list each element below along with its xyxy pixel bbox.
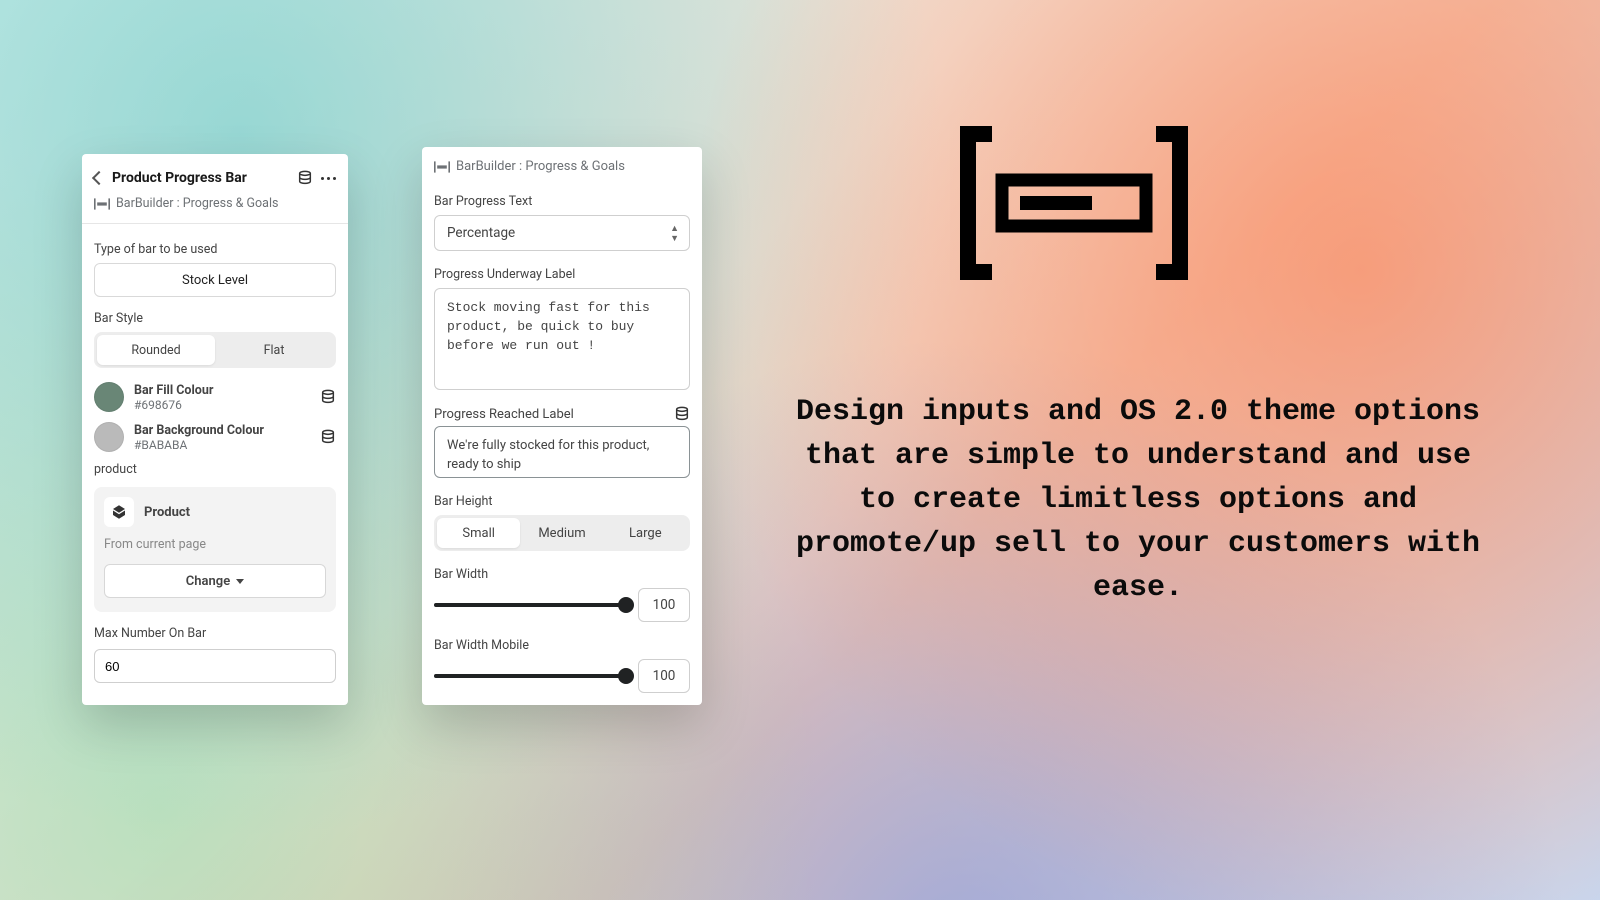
bar-fill-colour-row[interactable]: Bar Fill Colour #698676	[94, 382, 336, 412]
brand-logo	[960, 126, 1188, 284]
bar-style-option-flat[interactable]: Flat	[215, 335, 333, 365]
bar-bg-title: Bar Background Colour	[134, 423, 264, 438]
bar-style-label: Bar Style	[94, 311, 336, 326]
panel-a-header: Product Progress Bar	[82, 154, 348, 192]
progress-reached-label: Progress Reached Label	[434, 407, 574, 422]
more-icon[interactable]	[321, 177, 336, 180]
panel-b-subtitle-row: BarBuilder : Progress & Goals	[422, 147, 702, 182]
type-of-bar-label: Type of bar to be used	[94, 242, 336, 257]
database-icon[interactable]	[297, 170, 313, 186]
bar-height-small[interactable]: Small	[437, 518, 520, 548]
database-icon[interactable]	[320, 429, 336, 445]
bar-width-mobile-label: Bar Width Mobile	[434, 638, 690, 653]
panel-b-subtitle: BarBuilder : Progress & Goals	[456, 159, 625, 174]
change-button[interactable]: Change	[104, 564, 326, 598]
panel-a-title: Product Progress Bar	[112, 170, 289, 186]
product-title: Product	[144, 505, 190, 520]
bar-width-label: Bar Width	[434, 567, 690, 582]
product-row[interactable]: Product	[104, 497, 326, 527]
product-icon	[104, 497, 134, 527]
bar-progress-text-label: Bar Progress Text	[434, 194, 690, 209]
bar-glyph-icon	[434, 161, 450, 173]
max-number-label: Max Number On Bar	[94, 626, 336, 641]
max-number-input[interactable]	[94, 649, 336, 683]
slider-thumb[interactable]	[618, 597, 634, 613]
bar-style-option-rounded[interactable]: Rounded	[97, 335, 215, 365]
database-icon[interactable]	[674, 406, 690, 422]
panel-a-subtitle-row: BarBuilder : Progress & Goals	[82, 192, 348, 224]
bar-fill-swatch[interactable]	[94, 382, 124, 412]
settings-panel-b: BarBuilder : Progress & Goals Bar Progre…	[422, 147, 702, 705]
product-label: product	[94, 462, 336, 477]
progress-reached-textarea[interactable]: We're fully stocked for this product, re…	[434, 426, 690, 478]
bar-height-large[interactable]: Large	[604, 518, 687, 548]
chevron-left-icon[interactable]	[92, 171, 106, 185]
product-block: Product From current page Change	[94, 487, 336, 612]
bar-fill-title: Bar Fill Colour	[134, 383, 213, 398]
type-of-bar-value-button[interactable]: Stock Level	[94, 263, 336, 297]
database-icon[interactable]	[320, 389, 336, 405]
bar-progress-text-select[interactable]: Percentage ▲▼	[434, 215, 690, 251]
bar-fill-hex: #698676	[134, 398, 213, 412]
marketing-copy: Design inputs and OS 2.0 theme options t…	[786, 390, 1490, 610]
bar-style-segmented: Rounded Flat	[94, 332, 336, 368]
chevron-down-icon	[236, 579, 244, 584]
bar-width-slider[interactable]	[434, 595, 626, 615]
settings-panel-a: Product Progress Bar BarBuilder : Progre…	[82, 154, 348, 705]
bar-bg-hex: #BABABA	[134, 438, 264, 452]
bar-width-mobile-value[interactable]: 100	[638, 659, 690, 693]
progress-underway-label: Progress Underway Label	[434, 267, 690, 282]
bar-bg-colour-row[interactable]: Bar Background Colour #BABABA	[94, 422, 336, 452]
bar-width-value[interactable]: 100	[638, 588, 690, 622]
panel-a-subtitle: BarBuilder : Progress & Goals	[116, 196, 278, 211]
bar-width-mobile-slider[interactable]	[434, 666, 626, 686]
bar-height-medium[interactable]: Medium	[520, 518, 603, 548]
slider-thumb[interactable]	[618, 668, 634, 684]
bar-height-label: Bar Height	[434, 494, 690, 509]
bar-glyph-icon	[94, 198, 110, 210]
product-from-text: From current page	[104, 537, 326, 552]
progress-underway-textarea[interactable]: Stock moving fast for this product, be q…	[434, 288, 690, 390]
bar-bg-swatch[interactable]	[94, 422, 124, 452]
select-caret-icon: ▲▼	[670, 224, 679, 244]
bar-height-segmented: Small Medium Large	[434, 515, 690, 551]
